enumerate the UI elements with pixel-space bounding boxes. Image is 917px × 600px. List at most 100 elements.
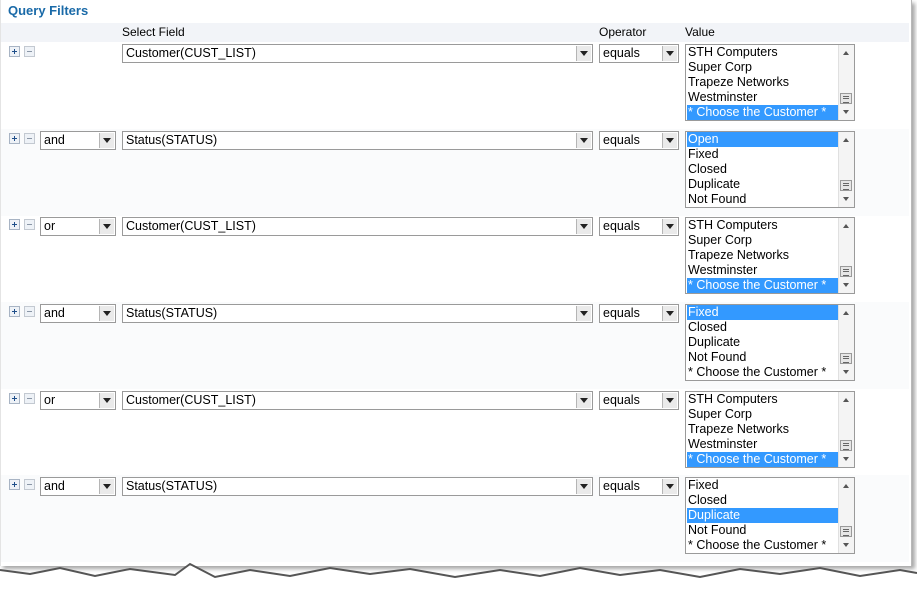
- value-option[interactable]: Not Found: [687, 192, 838, 207]
- operator-select[interactable]: equals: [599, 44, 679, 63]
- value-option[interactable]: Open: [687, 132, 838, 147]
- value-option[interactable]: Not Found: [687, 523, 838, 538]
- chevron-down-icon[interactable]: [576, 479, 591, 494]
- field-select[interactable]: Status(STATUS): [122, 477, 593, 496]
- value-option[interactable]: * Choose the Customer *: [687, 105, 838, 120]
- value-listbox[interactable]: Fixed Closed Duplicate Not Found * Choose th…: [685, 304, 855, 381]
- chevron-down-icon[interactable]: [99, 479, 114, 494]
- plus-icon[interactable]: [9, 219, 20, 230]
- chevron-down-icon[interactable]: [99, 133, 114, 148]
- value-option[interactable]: Super Corp: [687, 60, 838, 75]
- scroll-up-icon[interactable]: [843, 138, 849, 142]
- scroll-thumb[interactable]: [840, 266, 852, 277]
- chevron-down-icon[interactable]: [576, 46, 591, 61]
- scroll-down-icon[interactable]: [843, 370, 849, 374]
- value-listbox[interactable]: STH Computers Super Corp Trapeze Networks W…: [685, 44, 855, 121]
- value-option[interactable]: Trapeze Networks: [687, 248, 838, 263]
- plus-icon[interactable]: [9, 393, 20, 404]
- conjunction-select[interactable]: and: [40, 131, 116, 150]
- value-option[interactable]: Fixed: [687, 147, 838, 162]
- value-listbox[interactable]: STH Computers Super Corp Trapeze Networks W…: [685, 217, 855, 294]
- chevron-down-icon[interactable]: [99, 393, 114, 408]
- listbox-scrollbar[interactable]: [838, 478, 854, 553]
- scroll-thumb[interactable]: [840, 440, 852, 451]
- minus-icon[interactable]: [24, 46, 35, 57]
- operator-select[interactable]: equals: [599, 217, 679, 236]
- listbox-scrollbar[interactable]: [838, 392, 854, 467]
- listbox-scrollbar[interactable]: [838, 132, 854, 207]
- conjunction-select[interactable]: and: [40, 304, 116, 323]
- minus-icon[interactable]: [24, 479, 35, 490]
- chevron-down-icon[interactable]: [99, 306, 114, 321]
- conjunction-select[interactable]: and: [40, 477, 116, 496]
- minus-icon[interactable]: [24, 133, 35, 144]
- field-select[interactable]: Customer(CUST_LIST): [122, 391, 593, 410]
- chevron-down-icon[interactable]: [662, 306, 677, 321]
- value-option[interactable]: Fixed: [687, 478, 838, 493]
- value-listbox[interactable]: Open Fixed Closed Duplicate Not Found: [685, 131, 855, 208]
- scroll-thumb[interactable]: [840, 180, 852, 191]
- chevron-down-icon[interactable]: [99, 219, 114, 234]
- listbox-scrollbar[interactable]: [838, 305, 854, 380]
- value-option[interactable]: * Choose the Customer *: [687, 365, 838, 380]
- chevron-down-icon[interactable]: [662, 133, 677, 148]
- listbox-scrollbar[interactable]: [838, 218, 854, 293]
- value-option[interactable]: * Choose the Customer *: [687, 278, 838, 293]
- chevron-down-icon[interactable]: [662, 393, 677, 408]
- chevron-down-icon[interactable]: [662, 46, 677, 61]
- scroll-up-icon[interactable]: [843, 311, 849, 315]
- scroll-up-icon[interactable]: [843, 484, 849, 488]
- chevron-down-icon[interactable]: [662, 479, 677, 494]
- chevron-down-icon[interactable]: [662, 219, 677, 234]
- scroll-up-icon[interactable]: [843, 51, 849, 55]
- value-option[interactable]: STH Computers: [687, 392, 838, 407]
- value-listbox[interactable]: Fixed Closed Duplicate Not Found * Choose th…: [685, 477, 855, 554]
- minus-icon[interactable]: [24, 219, 35, 230]
- scroll-thumb[interactable]: [840, 526, 852, 537]
- value-option[interactable]: Fixed: [687, 305, 838, 320]
- operator-select[interactable]: equals: [599, 391, 679, 410]
- value-option[interactable]: * Choose the Customer *: [687, 452, 838, 467]
- scroll-down-icon[interactable]: [843, 110, 849, 114]
- scroll-down-icon[interactable]: [843, 283, 849, 287]
- plus-icon[interactable]: [9, 479, 20, 490]
- value-option[interactable]: Closed: [687, 162, 838, 177]
- scroll-thumb[interactable]: [840, 353, 852, 364]
- scroll-up-icon[interactable]: [843, 398, 849, 402]
- operator-select[interactable]: equals: [599, 131, 679, 150]
- value-option[interactable]: STH Computers: [687, 45, 838, 60]
- value-option[interactable]: Westminster: [687, 90, 838, 105]
- value-option[interactable]: STH Computers: [687, 218, 838, 233]
- value-option[interactable]: Duplicate: [687, 335, 838, 350]
- plus-icon[interactable]: [9, 306, 20, 317]
- value-option[interactable]: Westminster: [687, 437, 838, 452]
- value-option[interactable]: Duplicate: [687, 177, 838, 192]
- scroll-up-icon[interactable]: [843, 224, 849, 228]
- field-select[interactable]: Customer(CUST_LIST): [122, 44, 593, 63]
- chevron-down-icon[interactable]: [576, 393, 591, 408]
- value-option[interactable]: Closed: [687, 320, 838, 335]
- conjunction-select[interactable]: or: [40, 391, 116, 410]
- operator-select[interactable]: equals: [599, 477, 679, 496]
- scroll-down-icon[interactable]: [843, 457, 849, 461]
- value-option[interactable]: Trapeze Networks: [687, 422, 838, 437]
- value-option[interactable]: Super Corp: [687, 407, 838, 422]
- field-select[interactable]: Status(STATUS): [122, 304, 593, 323]
- chevron-down-icon[interactable]: [576, 219, 591, 234]
- plus-icon[interactable]: [9, 46, 20, 57]
- scroll-down-icon[interactable]: [843, 197, 849, 201]
- value-option[interactable]: * Choose the Customer *: [687, 538, 838, 553]
- conjunction-select[interactable]: or: [40, 217, 116, 236]
- minus-icon[interactable]: [24, 393, 35, 404]
- minus-icon[interactable]: [24, 306, 35, 317]
- chevron-down-icon[interactable]: [576, 133, 591, 148]
- chevron-down-icon[interactable]: [576, 306, 591, 321]
- value-option[interactable]: Duplicate: [687, 508, 838, 523]
- field-select[interactable]: Customer(CUST_LIST): [122, 217, 593, 236]
- scroll-down-icon[interactable]: [843, 543, 849, 547]
- value-option[interactable]: Closed: [687, 493, 838, 508]
- scroll-thumb[interactable]: [840, 93, 852, 104]
- value-option[interactable]: Westminster: [687, 263, 838, 278]
- plus-icon[interactable]: [9, 133, 20, 144]
- operator-select[interactable]: equals: [599, 304, 679, 323]
